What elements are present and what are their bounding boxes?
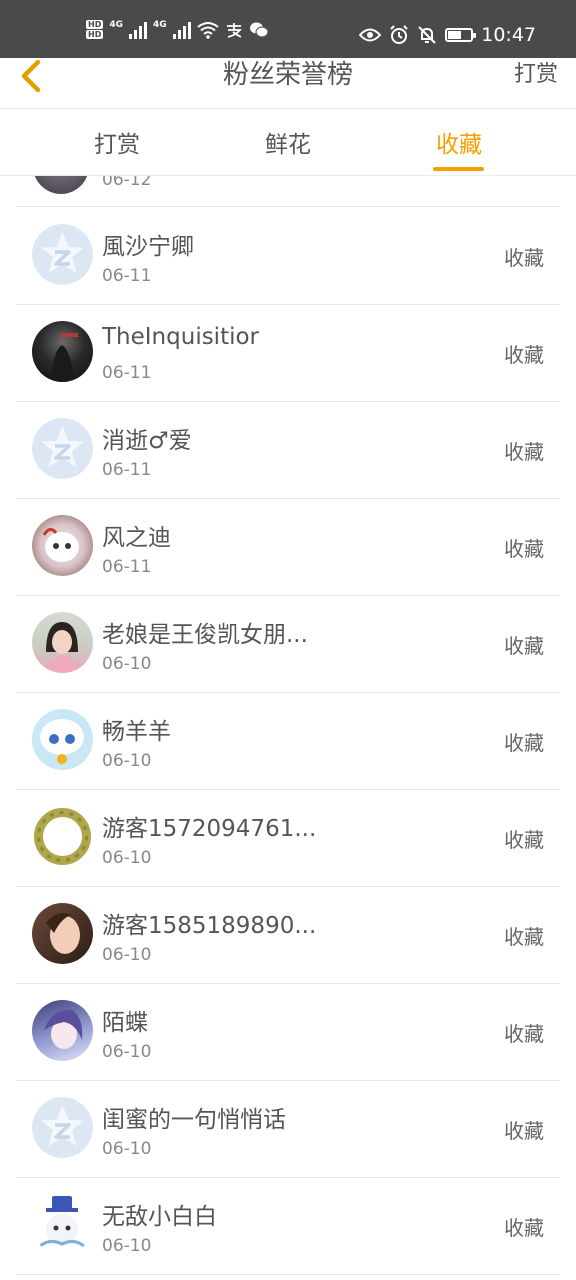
status-bar: HD HD 4G 4G 10:47 (0, 0, 576, 58)
avatar-photo (46, 622, 78, 673)
item-action-label: 收藏 (504, 925, 544, 949)
list-item[interactable]: 消逝♂爱 06-11 收藏 (16, 401, 560, 499)
network-type-1: 4G (109, 20, 123, 30)
default-avatar-icon (32, 1097, 93, 1158)
item-action-label: 收藏 (504, 246, 544, 270)
alipay-icon (226, 22, 242, 38)
list-item[interactable]: 陌蝶 06-10 收藏 (16, 983, 560, 1081)
user-name: 老娘是王俊凯女朋... (102, 622, 308, 648)
tab-bar: 打赏 鲜花 收藏 (0, 109, 576, 176)
item-date: 06-10 (102, 1236, 152, 1256)
avatar (32, 903, 93, 964)
user-name: 无敌小白白 (102, 1204, 217, 1230)
avatar-photo (50, 333, 78, 382)
item-date: 06-11 (102, 460, 152, 480)
item-action-label: 收藏 (504, 634, 544, 658)
list-item[interactable]: 風沙宁卿 06-11 收藏 (16, 207, 560, 305)
signal-icon-2 (172, 21, 191, 39)
page-title: 粉丝荣誉榜 (222, 60, 353, 90)
avatar (32, 1000, 93, 1061)
list-item[interactable]: 老娘是王俊凯女朋... 06-10 收藏 (16, 595, 560, 693)
default-avatar-icon (32, 418, 93, 479)
avatar (32, 321, 93, 382)
network-type-2: 4G (153, 20, 167, 30)
avatar (32, 709, 93, 770)
list-item[interactable]: 06-12 (16, 176, 560, 207)
item-date: 06-11 (102, 266, 152, 286)
mute-bell-icon (418, 26, 436, 44)
tab-favorites[interactable]: 收藏 (399, 125, 519, 159)
item-date: 06-11 (102, 557, 152, 577)
user-name: TheInquisitior (102, 324, 260, 350)
item-action-label: 收藏 (504, 1216, 544, 1240)
tab-flowers[interactable]: 鲜花 (228, 125, 348, 159)
avatar (32, 515, 93, 576)
item-action-label: 收藏 (504, 1022, 544, 1046)
battery-icon (445, 28, 477, 42)
item-date: 06-11 (102, 363, 152, 383)
status-left: HD HD 4G 4G (86, 20, 269, 39)
avatar (32, 224, 93, 285)
user-name: 消逝♂爱 (102, 428, 192, 454)
avatar (32, 1194, 93, 1255)
item-action-label: 收藏 (504, 1119, 544, 1143)
default-avatar-icon (32, 224, 93, 285)
hd-icon: HD HD (86, 20, 104, 39)
wifi-icon (197, 21, 219, 39)
status-right: 10:47 (359, 24, 536, 46)
list-item[interactable]: 无敌小白白 06-10 收藏 (16, 1177, 560, 1275)
reward-button[interactable]: 打赏 (514, 58, 558, 92)
user-name: 陌蝶 (102, 1010, 148, 1036)
list-item[interactable]: 游客1572094761... 06-10 收藏 (16, 789, 560, 887)
title-bar: 粉丝荣誉榜 打赏 (0, 58, 576, 109)
avatar (32, 418, 93, 479)
clock: 10:47 (481, 24, 536, 46)
user-name: 风之迪 (102, 525, 171, 551)
item-action-label: 收藏 (504, 440, 544, 464)
avatar (32, 806, 93, 867)
user-name: 風沙宁卿 (102, 234, 194, 260)
avatar (33, 176, 89, 194)
tab-reward[interactable]: 打赏 (57, 125, 177, 159)
user-name: 游客1585189890... (102, 913, 317, 939)
fan-list[interactable]: 06-12 風沙宁卿 06-11 收藏 TheInquisitior 06-11… (0, 176, 576, 1280)
user-name: 闺蜜的一句悄悄话 (102, 1107, 286, 1133)
item-date: 06-10 (102, 848, 152, 868)
list-item[interactable]: 闺蜜的一句悄悄话 06-10 收藏 (16, 1080, 560, 1178)
user-name: 游客1572094761... (102, 816, 317, 842)
item-action-label: 收藏 (504, 343, 544, 367)
item-date: 06-10 (102, 1139, 152, 1159)
avatar-photo (39, 1196, 85, 1248)
eye-icon (359, 28, 382, 42)
signal-icon (129, 21, 147, 39)
avatar-photo (46, 913, 80, 954)
item-date: 06-12 (102, 176, 152, 190)
avatar-photo (34, 808, 91, 865)
list-item[interactable]: 畅羊羊 06-10 收藏 (16, 692, 560, 790)
active-tab-indicator (433, 167, 484, 171)
list-item[interactable]: TheInquisitior 06-11 收藏 (16, 304, 560, 402)
item-action-label: 收藏 (504, 537, 544, 561)
item-action-label: 收藏 (504, 731, 544, 755)
avatar-photo (44, 1009, 83, 1049)
item-date: 06-10 (102, 751, 152, 771)
avatar (32, 1097, 93, 1158)
avatar (32, 612, 93, 673)
item-date: 06-10 (102, 945, 152, 965)
list-item[interactable]: 游客1585189890... 06-10 收藏 (16, 886, 560, 984)
user-name: 畅羊羊 (102, 719, 171, 745)
avatar-photo (42, 528, 79, 562)
wechat-icon (249, 22, 269, 37)
avatar-photo (40, 719, 84, 764)
item-date: 06-10 (102, 1042, 152, 1062)
alarm-icon (390, 25, 408, 44)
item-action-label: 收藏 (504, 828, 544, 852)
item-date: 06-10 (102, 654, 152, 674)
list-item[interactable]: 风之迪 06-11 收藏 (16, 498, 560, 596)
